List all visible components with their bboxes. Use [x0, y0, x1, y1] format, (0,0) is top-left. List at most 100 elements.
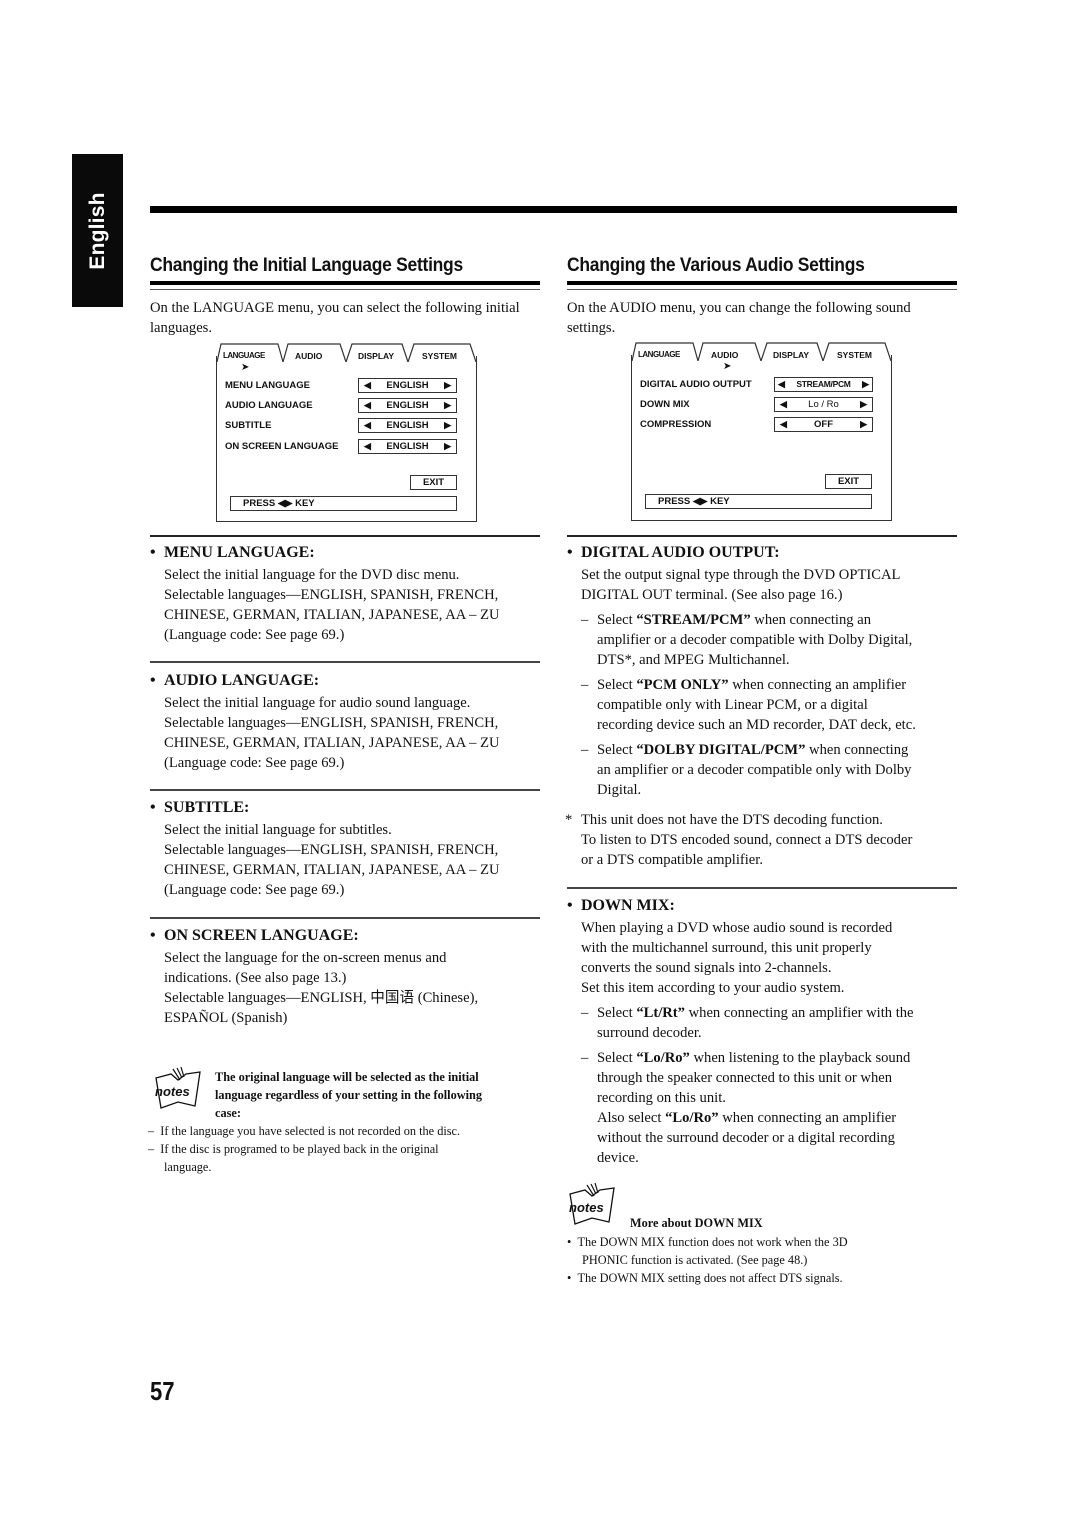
arrow-right-icon[interactable]: ▶	[860, 418, 867, 431]
option-lo-ro: – Select “Lo/Ro” when listening to the p…	[581, 1050, 911, 1166]
body-line: (Language code: See page 69.)	[164, 627, 345, 643]
heading-text: DOWN MIX:	[581, 897, 675, 914]
notes-icon-label: notes	[569, 1200, 604, 1215]
item-heading-on-screen-language: • ON SCREEN LANGUAGE:	[150, 927, 359, 944]
left-intro: On the LANGUAGE menu, you can select the…	[150, 300, 520, 336]
osd-value-text: STREAM/PCM	[796, 379, 851, 389]
osd-value-text: ENGLISH	[386, 441, 429, 452]
item-body: Select the initial language for audio so…	[164, 693, 554, 773]
body-line: Select the initial language for subtitle…	[164, 822, 392, 838]
footnote-mark: *	[565, 812, 573, 828]
osd-tab-display[interactable]: DISPLAY	[358, 351, 394, 361]
notes-icon-label: notes	[155, 1084, 190, 1099]
footnote-line: or a DTS compatible amplifier.	[581, 852, 763, 868]
osd-row-value[interactable]: ◀ ENGLISH ▶	[358, 439, 457, 454]
note-bullet: • The DOWN MIX function does not work wh…	[567, 1235, 848, 1249]
osd-row-label: DOWN MIX	[640, 399, 690, 410]
option-pcm-only: – Select “PCM ONLY” when connecting an a…	[581, 677, 916, 733]
osd-row-value[interactable]: ◀ ENGLISH ▶	[358, 398, 457, 413]
body-line: Set the output signal type through the D…	[581, 567, 901, 583]
separator	[150, 917, 540, 919]
osd-tab-language[interactable]: LANGUAGE	[638, 350, 680, 359]
osd-row-value[interactable]: ◀ ENGLISH ▶	[358, 418, 457, 433]
osd-value-text: ENGLISH	[386, 380, 429, 391]
arrow-right-icon[interactable]: ▶	[862, 378, 869, 391]
body-line: with the multichannel surround, this uni…	[581, 940, 872, 956]
body-line: Select the initial language for the DVD …	[164, 567, 460, 583]
osd-tab-system[interactable]: SYSTEM	[837, 350, 872, 360]
osd-press-key-bar: PRESS ◀▶ KEY	[645, 494, 872, 509]
body-line: Selectable languages—ENGLISH, SPANISH, F…	[164, 715, 499, 731]
cursor-arrow-icon: ➤	[241, 362, 250, 373]
osd-exit-button[interactable]: EXIT	[410, 475, 457, 490]
osd-tab-system[interactable]: SYSTEM	[422, 351, 457, 361]
osd-press-key-bar: PRESS ◀▶ KEY	[230, 496, 457, 511]
osd-value-text: OFF	[814, 419, 833, 430]
item-heading-audio-language: • AUDIO LANGUAGE:	[150, 672, 320, 689]
title-rule-thin	[150, 289, 540, 290]
item-body: When playing a DVD whose audio sound is …	[581, 918, 961, 998]
option-dolby-digital-pcm: – Select “DOLBY DIGITAL/PCM” when connec…	[581, 742, 912, 798]
page-number: 57	[150, 1376, 175, 1406]
separator	[567, 535, 957, 537]
item-body: Set the output signal type through the D…	[581, 565, 961, 605]
osd-row-label: SUBTITLE	[225, 420, 272, 431]
language-side-tab: English	[72, 154, 123, 307]
osd-tab-audio[interactable]: AUDIO	[295, 351, 322, 361]
footnote-line: To listen to DTS encoded sound, connect …	[581, 832, 913, 848]
separator	[150, 789, 540, 791]
osd-row-value[interactable]: ◀ STREAM/PCM ▶	[774, 377, 873, 392]
notes-icon: notes	[155, 1066, 201, 1109]
body-line: CHINESE, GERMAN, ITALIAN, JAPANESE, AA –…	[164, 862, 500, 878]
separator	[150, 535, 540, 537]
option-stream-pcm: – Select “STREAM/PCM” when connecting an…	[581, 612, 913, 668]
arrow-right-icon[interactable]: ▶	[860, 398, 867, 411]
osd-row-label: COMPRESSION	[640, 419, 712, 430]
heading-text: AUDIO LANGUAGE:	[164, 672, 320, 689]
item-heading-digital-audio-output: • DIGITAL AUDIO OUTPUT:	[567, 544, 780, 561]
option-lt-rt: – Select “Lt/Rt” when connecting an ampl…	[581, 1005, 914, 1041]
body-line: CHINESE, GERMAN, ITALIAN, JAPANESE, AA –…	[164, 735, 500, 751]
title-rule	[150, 281, 540, 285]
osd-row-label: ON SCREEN LANGUAGE	[225, 441, 339, 452]
item-body: Select the initial language for the DVD …	[164, 565, 554, 645]
dts-footnote: * This unit does not have the DTS decodi…	[565, 810, 961, 870]
osd-row-value[interactable]: ◀ Lo / Ro ▶	[774, 397, 873, 412]
osd-tab-language[interactable]: LANGUAGE	[223, 351, 265, 360]
osd-row-value[interactable]: ◀ ENGLISH ▶	[358, 378, 457, 393]
osd-tab-display[interactable]: DISPLAY	[773, 350, 809, 360]
heading-text: SUBTITLE:	[164, 799, 250, 816]
item-body: Select the initial language for subtitle…	[164, 820, 554, 900]
notes-heading: The original language will be selected a…	[215, 1068, 545, 1122]
arrow-right-icon[interactable]: ▶	[444, 419, 451, 432]
left-section-title: Changing the Initial Language Settings	[150, 255, 463, 276]
notes-heading-line: language regardless of your setting in t…	[215, 1088, 483, 1102]
osd-tab-audio[interactable]: AUDIO	[711, 350, 738, 360]
language-menu-osd: LANGUAGE AUDIO DISPLAY SYSTEM ➤ MENU LAN…	[216, 342, 477, 522]
heading-text: DIGITAL AUDIO OUTPUT:	[581, 544, 780, 561]
osd-exit-button[interactable]: EXIT	[825, 474, 872, 489]
osd-row-label: DIGITAL AUDIO OUTPUT	[640, 379, 752, 390]
body-line: Select the language for the on-screen me…	[164, 950, 447, 966]
arrow-right-icon[interactable]: ▶	[444, 399, 451, 412]
osd-row-value[interactable]: ◀ OFF ▶	[774, 417, 873, 432]
item-heading-menu-language: • MENU LANGUAGE:	[150, 544, 315, 561]
heading-text: ON SCREEN LANGUAGE:	[164, 927, 359, 944]
osd-value-text: ENGLISH	[386, 400, 429, 411]
separator	[150, 661, 540, 663]
notes-heading: More about DOWN MIX	[630, 1216, 763, 1230]
osd-row-label: MENU LANGUAGE	[225, 380, 310, 391]
title-rule-thin	[567, 289, 957, 290]
note-bullet: • The DOWN MIX setting does not affect D…	[567, 1271, 843, 1285]
side-tab-label: English	[85, 191, 109, 270]
item-heading-subtitle: • SUBTITLE:	[150, 799, 250, 816]
right-section-title: Changing the Various Audio Settings	[567, 255, 865, 276]
note-bullet: – If the disc is programed to be played …	[148, 1142, 439, 1156]
body-line: Selectable languages—ENGLISH, 中国语 (Chine…	[164, 990, 479, 1006]
arrow-right-icon[interactable]: ▶	[444, 379, 451, 392]
note-bullet-continued: language.	[164, 1160, 212, 1174]
arrow-right-icon[interactable]: ▶	[444, 440, 451, 453]
body-line: indications. (See also page 13.)	[164, 970, 347, 986]
notes-icon: notes	[569, 1182, 615, 1225]
body-line: Set this item according to your audio sy…	[581, 980, 845, 996]
